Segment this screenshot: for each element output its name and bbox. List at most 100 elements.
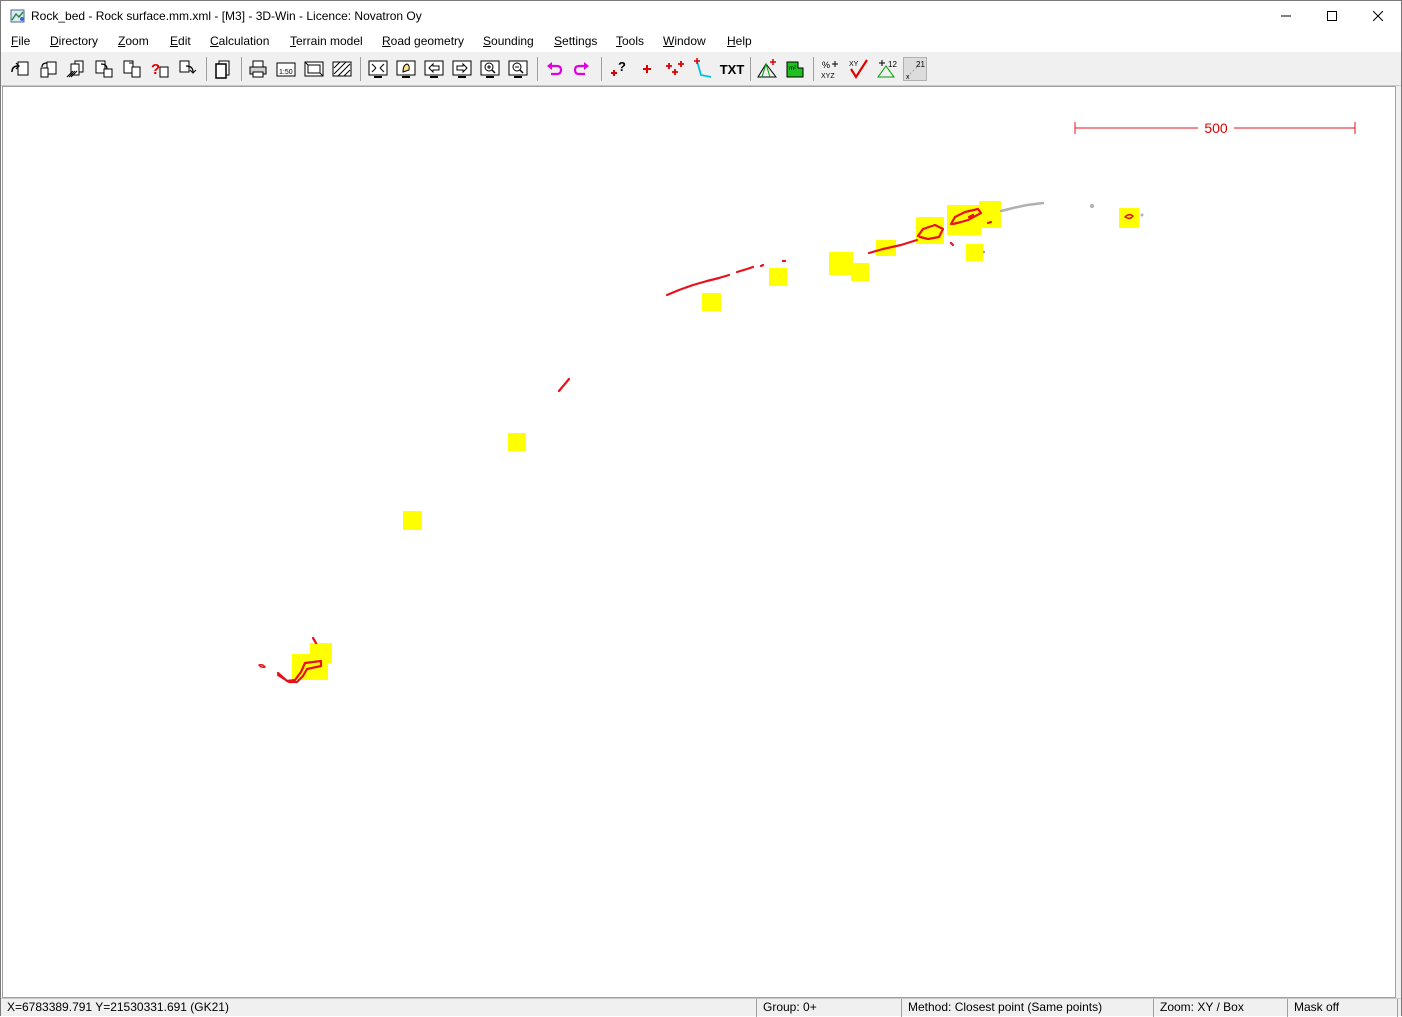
point-info-button[interactable]: ? xyxy=(607,57,631,81)
menu-calculation[interactable]: Calculation xyxy=(210,34,269,48)
zoom-all-button[interactable] xyxy=(366,57,390,81)
highlight-square xyxy=(702,293,721,311)
menu-file[interactable]: File xyxy=(11,34,30,48)
menu-sounding[interactable]: Sounding xyxy=(483,34,534,48)
renumber-button[interactable]: 12 xyxy=(875,57,899,81)
menu-window[interactable]: Window xyxy=(663,34,706,48)
svg-text:12: 12 xyxy=(888,60,897,69)
canvas-right-edge xyxy=(1396,86,1401,998)
renumber-icon: 12 xyxy=(877,60,897,78)
text-tool-label: TXT xyxy=(719,61,745,77)
save-file-button[interactable] xyxy=(92,57,116,81)
zoom-pan-button[interactable] xyxy=(394,57,418,81)
add-points-button[interactable] xyxy=(663,57,687,81)
multi-plus-icon xyxy=(666,61,684,75)
open-file-button[interactable] xyxy=(8,57,32,81)
menu-settings[interactable]: Settings xyxy=(554,34,597,48)
status-method: Method: Closest point (Same points) xyxy=(902,999,1154,1017)
open-multiple-button[interactable] xyxy=(64,57,88,81)
menu-zoom[interactable]: Zoom xyxy=(118,34,149,48)
status-mask: Mask off xyxy=(1288,999,1398,1017)
checkmark-icon: XY xyxy=(849,59,868,80)
svg-text:XY: XY xyxy=(849,61,859,68)
title-bar: Rock_bed - Rock surface.mm.xml - [M3] - … xyxy=(1,1,1401,31)
open-file-alt-button[interactable] xyxy=(36,57,60,81)
menu-edit[interactable]: Edit xyxy=(170,34,191,48)
redo-button[interactable] xyxy=(570,57,594,81)
file-info-button[interactable]: ? xyxy=(148,57,172,81)
zoom-out-icon xyxy=(508,60,528,78)
toolbar: ? 1:50 ? TXT m² % XYZ XY 12 21 x xyxy=(1,52,1401,86)
toolbar-separator xyxy=(206,57,207,81)
plus-icon xyxy=(643,65,651,73)
zoom-previous-button[interactable] xyxy=(422,57,446,81)
highlight-square xyxy=(851,263,869,281)
highlight-square xyxy=(966,244,983,261)
menu-directory[interactable]: Directory xyxy=(50,34,98,48)
copy-button[interactable] xyxy=(211,57,235,81)
toolbar-separator xyxy=(241,57,242,81)
text-tool-button[interactable]: TXT xyxy=(719,57,745,81)
svg-text:1:50: 1:50 xyxy=(279,69,293,76)
line-tool-icon xyxy=(694,58,712,78)
svg-text:21: 21 xyxy=(916,60,925,69)
zoom-all-icon xyxy=(368,60,388,78)
zoom-in-icon xyxy=(480,60,500,78)
drawing-surface[interactable] xyxy=(3,87,1395,997)
scale-bar-label: 500 xyxy=(1198,120,1234,136)
close-button[interactable] xyxy=(1355,1,1401,31)
open-file-alt-icon xyxy=(40,61,57,78)
zoom-out-button[interactable] xyxy=(506,57,530,81)
svg-text:XYZ: XYZ xyxy=(821,73,835,80)
toolbar-separator xyxy=(750,57,751,81)
menu-terrain-model[interactable]: Terrain model xyxy=(290,34,363,48)
minimize-button[interactable] xyxy=(1263,1,1309,31)
print-scale-icon: 1:50 xyxy=(276,62,296,77)
map-canvas[interactable]: 500 xyxy=(2,86,1396,998)
print-button[interactable] xyxy=(246,57,270,81)
check-points-button[interactable]: XY xyxy=(847,57,871,81)
window-title: Rock_bed - Rock surface.mm.xml - [M3] - … xyxy=(31,9,422,23)
highlight-square xyxy=(979,201,1001,228)
printer-icon xyxy=(249,60,267,78)
draw-line-button[interactable] xyxy=(691,57,715,81)
status-bar: X=6783389.791 Y=21530331.691 (GK21) Grou… xyxy=(1,998,1401,1017)
status-zoom: Zoom: XY / Box xyxy=(1154,999,1288,1017)
coordinate-xyz-button[interactable]: % XYZ xyxy=(819,57,843,81)
print-frame-button[interactable] xyxy=(302,57,326,81)
export-icon xyxy=(179,60,197,74)
area-calc-button[interactable]: m² xyxy=(783,57,807,81)
hatch-icon xyxy=(332,61,352,77)
highlight-square xyxy=(829,252,853,275)
svg-text:?: ? xyxy=(151,61,160,78)
status-group: Group: 0+ xyxy=(757,999,902,1017)
menu-bar: File Directory Zoom Edit Calculation Ter… xyxy=(1,31,1401,52)
app-icon xyxy=(10,8,26,24)
zoom-in-button[interactable] xyxy=(478,57,502,81)
open-multiple-icon xyxy=(66,60,84,78)
point-query-icon: ? xyxy=(611,59,626,76)
highlight-square xyxy=(769,268,787,286)
svg-text:?: ? xyxy=(618,59,626,74)
add-point-button[interactable] xyxy=(635,57,659,81)
terrain-triangle-button[interactable] xyxy=(755,57,779,81)
area-icon: m² xyxy=(786,61,804,78)
menu-road-geometry[interactable]: Road geometry xyxy=(382,34,464,48)
undo-button[interactable] xyxy=(542,57,566,81)
zoom-next-button[interactable] xyxy=(450,57,474,81)
maximize-button[interactable] xyxy=(1309,1,1355,31)
reverse-numbering-button[interactable]: 21 x xyxy=(903,57,927,81)
print-frame-icon xyxy=(304,61,324,77)
export-button[interactable] xyxy=(176,57,200,81)
arrow-left-icon xyxy=(424,60,444,78)
save-as-button[interactable] xyxy=(120,57,144,81)
reverse-number-icon: 21 x xyxy=(906,60,925,80)
svg-text:%: % xyxy=(822,60,830,70)
menu-tools[interactable]: Tools xyxy=(616,34,644,48)
copy-icon xyxy=(215,60,230,79)
print-scale-button[interactable]: 1:50 xyxy=(274,57,298,81)
menu-help[interactable]: Help xyxy=(727,34,752,48)
red-break-lines xyxy=(258,207,1134,684)
print-hatch-button[interactable] xyxy=(330,57,354,81)
close-icon xyxy=(1373,11,1383,21)
